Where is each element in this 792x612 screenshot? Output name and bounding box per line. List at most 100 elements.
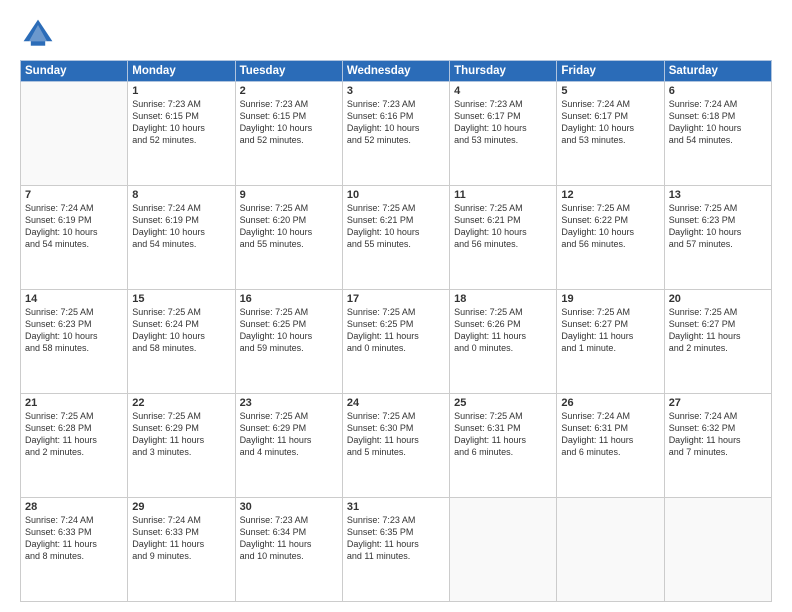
calendar-cell xyxy=(450,498,557,602)
day-info: Sunrise: 7:24 AM Sunset: 6:33 PM Dayligh… xyxy=(132,514,230,563)
day-number: 21 xyxy=(25,397,123,409)
day-info: Sunrise: 7:24 AM Sunset: 6:31 PM Dayligh… xyxy=(561,410,659,459)
calendar-cell: 2Sunrise: 7:23 AM Sunset: 6:15 PM Daylig… xyxy=(235,82,342,186)
day-number: 7 xyxy=(25,189,123,201)
calendar-cell: 13Sunrise: 7:25 AM Sunset: 6:23 PM Dayli… xyxy=(664,186,771,290)
calendar-cell: 4Sunrise: 7:23 AM Sunset: 6:17 PM Daylig… xyxy=(450,82,557,186)
day-info: Sunrise: 7:25 AM Sunset: 6:28 PM Dayligh… xyxy=(25,410,123,459)
day-info: Sunrise: 7:23 AM Sunset: 6:34 PM Dayligh… xyxy=(240,514,338,563)
day-number: 9 xyxy=(240,189,338,201)
day-number: 1 xyxy=(132,85,230,97)
weekday-header-row: SundayMondayTuesdayWednesdayThursdayFrid… xyxy=(21,61,772,82)
day-number: 14 xyxy=(25,293,123,305)
day-number: 16 xyxy=(240,293,338,305)
logo xyxy=(20,16,60,52)
day-number: 8 xyxy=(132,189,230,201)
calendar-table: SundayMondayTuesdayWednesdayThursdayFrid… xyxy=(20,60,772,602)
calendar-cell: 10Sunrise: 7:25 AM Sunset: 6:21 PM Dayli… xyxy=(342,186,449,290)
calendar-cell: 21Sunrise: 7:25 AM Sunset: 6:28 PM Dayli… xyxy=(21,394,128,498)
calendar-cell: 20Sunrise: 7:25 AM Sunset: 6:27 PM Dayli… xyxy=(664,290,771,394)
day-info: Sunrise: 7:25 AM Sunset: 6:21 PM Dayligh… xyxy=(347,202,445,251)
calendar-week-3: 14Sunrise: 7:25 AM Sunset: 6:23 PM Dayli… xyxy=(21,290,772,394)
day-number: 6 xyxy=(669,85,767,97)
day-number: 25 xyxy=(454,397,552,409)
day-info: Sunrise: 7:25 AM Sunset: 6:24 PM Dayligh… xyxy=(132,306,230,355)
day-number: 17 xyxy=(347,293,445,305)
day-info: Sunrise: 7:23 AM Sunset: 6:15 PM Dayligh… xyxy=(240,98,338,147)
calendar-cell: 29Sunrise: 7:24 AM Sunset: 6:33 PM Dayli… xyxy=(128,498,235,602)
calendar-cell: 5Sunrise: 7:24 AM Sunset: 6:17 PM Daylig… xyxy=(557,82,664,186)
day-info: Sunrise: 7:25 AM Sunset: 6:23 PM Dayligh… xyxy=(25,306,123,355)
calendar-cell xyxy=(557,498,664,602)
day-info: Sunrise: 7:25 AM Sunset: 6:23 PM Dayligh… xyxy=(669,202,767,251)
day-info: Sunrise: 7:25 AM Sunset: 6:26 PM Dayligh… xyxy=(454,306,552,355)
calendar-cell: 17Sunrise: 7:25 AM Sunset: 6:25 PM Dayli… xyxy=(342,290,449,394)
calendar-cell: 18Sunrise: 7:25 AM Sunset: 6:26 PM Dayli… xyxy=(450,290,557,394)
calendar-cell: 28Sunrise: 7:24 AM Sunset: 6:33 PM Dayli… xyxy=(21,498,128,602)
calendar-cell: 22Sunrise: 7:25 AM Sunset: 6:29 PM Dayli… xyxy=(128,394,235,498)
day-info: Sunrise: 7:25 AM Sunset: 6:22 PM Dayligh… xyxy=(561,202,659,251)
calendar-cell: 8Sunrise: 7:24 AM Sunset: 6:19 PM Daylig… xyxy=(128,186,235,290)
calendar-cell: 30Sunrise: 7:23 AM Sunset: 6:34 PM Dayli… xyxy=(235,498,342,602)
day-number: 4 xyxy=(454,85,552,97)
day-number: 19 xyxy=(561,293,659,305)
day-number: 28 xyxy=(25,501,123,513)
weekday-header-wednesday: Wednesday xyxy=(342,61,449,82)
day-info: Sunrise: 7:24 AM Sunset: 6:32 PM Dayligh… xyxy=(669,410,767,459)
calendar-cell: 3Sunrise: 7:23 AM Sunset: 6:16 PM Daylig… xyxy=(342,82,449,186)
day-info: Sunrise: 7:25 AM Sunset: 6:29 PM Dayligh… xyxy=(132,410,230,459)
day-info: Sunrise: 7:25 AM Sunset: 6:25 PM Dayligh… xyxy=(347,306,445,355)
header xyxy=(20,16,772,52)
day-number: 18 xyxy=(454,293,552,305)
day-info: Sunrise: 7:23 AM Sunset: 6:35 PM Dayligh… xyxy=(347,514,445,563)
weekday-header-friday: Friday xyxy=(557,61,664,82)
calendar-cell: 15Sunrise: 7:25 AM Sunset: 6:24 PM Dayli… xyxy=(128,290,235,394)
day-number: 20 xyxy=(669,293,767,305)
day-number: 10 xyxy=(347,189,445,201)
calendar-cell: 19Sunrise: 7:25 AM Sunset: 6:27 PM Dayli… xyxy=(557,290,664,394)
page: SundayMondayTuesdayWednesdayThursdayFrid… xyxy=(0,0,792,612)
calendar-header: SundayMondayTuesdayWednesdayThursdayFrid… xyxy=(21,61,772,82)
calendar-body: 1 Sunrise: 7:23 AM Sunset: 6:15 PM Daylig… xyxy=(21,82,772,602)
calendar-cell: 7Sunrise: 7:24 AM Sunset: 6:19 PM Daylig… xyxy=(21,186,128,290)
day-number: 31 xyxy=(347,501,445,513)
day-info: Sunrise: 7:25 AM Sunset: 6:20 PM Dayligh… xyxy=(240,202,338,251)
weekday-header-sunday: Sunday xyxy=(21,61,128,82)
day-info: Sunrise: 7:25 AM Sunset: 6:29 PM Dayligh… xyxy=(240,410,338,459)
day-info: Sunrise: 7:25 AM Sunset: 6:21 PM Dayligh… xyxy=(454,202,552,251)
day-number: 2 xyxy=(240,85,338,97)
calendar-cell: 23Sunrise: 7:25 AM Sunset: 6:29 PM Dayli… xyxy=(235,394,342,498)
day-number: 22 xyxy=(132,397,230,409)
day-info: Sunrise: 7:24 AM Sunset: 6:18 PM Dayligh… xyxy=(669,98,767,147)
day-number: 30 xyxy=(240,501,338,513)
calendar-week-4: 21Sunrise: 7:25 AM Sunset: 6:28 PM Dayli… xyxy=(21,394,772,498)
calendar-cell: 27Sunrise: 7:24 AM Sunset: 6:32 PM Dayli… xyxy=(664,394,771,498)
logo-icon xyxy=(20,16,56,52)
day-number: 26 xyxy=(561,397,659,409)
weekday-header-tuesday: Tuesday xyxy=(235,61,342,82)
weekday-header-monday: Monday xyxy=(128,61,235,82)
day-number: 12 xyxy=(561,189,659,201)
day-number: 15 xyxy=(132,293,230,305)
weekday-header-thursday: Thursday xyxy=(450,61,557,82)
day-number: 29 xyxy=(132,501,230,513)
day-info: Sunrise: 7:25 AM Sunset: 6:30 PM Dayligh… xyxy=(347,410,445,459)
day-info: Sunrise: 7:25 AM Sunset: 6:25 PM Dayligh… xyxy=(240,306,338,355)
day-number: 5 xyxy=(561,85,659,97)
calendar-cell: 31Sunrise: 7:23 AM Sunset: 6:35 PM Dayli… xyxy=(342,498,449,602)
day-info: Sunrise: 7:23 AM Sunset: 6:17 PM Dayligh… xyxy=(454,98,552,147)
day-info: Sunrise: 7:23 AM Sunset: 6:16 PM Dayligh… xyxy=(347,98,445,147)
calendar-cell: 12Sunrise: 7:25 AM Sunset: 6:22 PM Dayli… xyxy=(557,186,664,290)
day-info: Sunrise: 7:25 AM Sunset: 6:31 PM Dayligh… xyxy=(454,410,552,459)
day-info: Sunrise: 7:25 AM Sunset: 6:27 PM Dayligh… xyxy=(561,306,659,355)
calendar-cell: 25Sunrise: 7:25 AM Sunset: 6:31 PM Dayli… xyxy=(450,394,557,498)
calendar-week-2: 7Sunrise: 7:24 AM Sunset: 6:19 PM Daylig… xyxy=(21,186,772,290)
calendar-cell xyxy=(21,82,128,186)
day-number: 23 xyxy=(240,397,338,409)
day-number: 24 xyxy=(347,397,445,409)
calendar-week-5: 28 Sunrise: 7:24 AM Sunset: 6:33 PM Dayli… xyxy=(21,498,772,602)
calendar-week-1: 1 Sunrise: 7:23 AM Sunset: 6:15 PM Daylig… xyxy=(21,82,772,186)
calendar-cell xyxy=(664,498,771,602)
calendar-cell: 9Sunrise: 7:25 AM Sunset: 6:20 PM Daylig… xyxy=(235,186,342,290)
calendar-cell: 6Sunrise: 7:24 AM Sunset: 6:18 PM Daylig… xyxy=(664,82,771,186)
